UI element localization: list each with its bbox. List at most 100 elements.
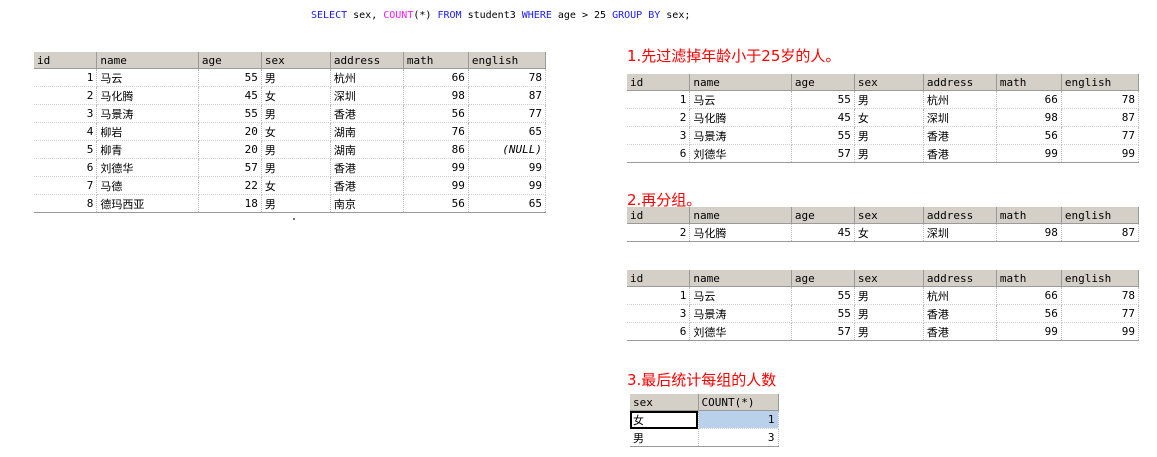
cell-math[interactable]: 56: [996, 304, 1062, 323]
cell-name[interactable]: 马景涛: [96, 104, 199, 123]
col-header-address[interactable]: address: [923, 270, 997, 287]
col-header-id[interactable]: id: [627, 207, 691, 224]
cell-english[interactable]: 87: [1061, 108, 1140, 127]
cell-id[interactable]: 3: [627, 304, 691, 323]
table-row[interactable]: 1 马云 55 男杭州 66 78: [627, 90, 1140, 109]
col-header-address[interactable]: address: [923, 207, 997, 224]
table-row[interactable]: 女 1: [630, 410, 779, 429]
cell-address[interactable]: 深圳: [330, 86, 404, 105]
cell-sex[interactable]: 男: [261, 104, 331, 123]
cell-english[interactable]: 77: [468, 104, 547, 123]
table-row[interactable]: 8 德玛西亚 18 男南京 56 65: [34, 194, 547, 213]
col-header-english[interactable]: english: [468, 52, 547, 69]
cell-english[interactable]: 87: [1061, 223, 1140, 242]
cell-name[interactable]: 马云: [689, 90, 792, 109]
table-row[interactable]: 6 刘德华 57 男香港 99 99: [34, 158, 547, 177]
cell-english[interactable]: 99: [468, 158, 547, 177]
col-header-sex[interactable]: sex: [854, 270, 924, 287]
cell-address[interactable]: 香港: [330, 176, 404, 195]
cell-math[interactable]: 56: [403, 104, 469, 123]
cell-english[interactable]: 99: [1061, 144, 1140, 163]
col-header-math[interactable]: math: [996, 207, 1062, 224]
table-row[interactable]: 6 刘德华 57 男香港 99 99: [627, 144, 1140, 163]
cell-math[interactable]: 98: [403, 86, 469, 105]
cell-sex[interactable]: 女: [854, 223, 924, 242]
cell-age[interactable]: 55: [791, 126, 855, 145]
cell-id[interactable]: 4: [34, 122, 98, 141]
cell-name[interactable]: 德玛西亚: [96, 194, 199, 213]
cell-sex[interactable]: 女: [854, 108, 924, 127]
cell-address[interactable]: 南京: [330, 194, 404, 213]
cell-sex[interactable]: 男: [261, 194, 331, 213]
cell-sex[interactable]: 女: [261, 122, 331, 141]
cell-math[interactable]: 99: [403, 176, 469, 195]
cell-address[interactable]: 香港: [330, 104, 404, 123]
cell-id[interactable]: 1: [34, 68, 98, 87]
cell-english[interactable]: 77: [1061, 304, 1140, 323]
cell-address[interactable]: 深圳: [923, 108, 997, 127]
table-row[interactable]: 2 马化腾 45 女深圳 98 87: [627, 223, 1140, 242]
cell-count[interactable]: 3: [698, 428, 779, 447]
cell-math[interactable]: 56: [996, 126, 1062, 145]
col-header-math[interactable]: math: [403, 52, 469, 69]
cell-age[interactable]: 45: [791, 108, 855, 127]
cell-age[interactable]: 45: [198, 86, 262, 105]
cell-name[interactable]: 刘德华: [689, 144, 792, 163]
col-header-age[interactable]: age: [198, 52, 262, 69]
cell-name[interactable]: 马化腾: [689, 223, 792, 242]
cell-age[interactable]: 45: [791, 223, 855, 242]
cell-address[interactable]: 香港: [330, 158, 404, 177]
cell-name[interactable]: 柳青: [96, 140, 199, 159]
col-header-sex[interactable]: sex: [854, 74, 924, 91]
cell-id[interactable]: 6: [627, 144, 691, 163]
cell-address[interactable]: 湖南: [330, 122, 404, 141]
col-header-id[interactable]: id: [627, 270, 691, 287]
cell-english[interactable]: 78: [468, 68, 547, 87]
cell-sex[interactable]: 男: [261, 140, 331, 159]
cell-age[interactable]: 55: [198, 104, 262, 123]
cell-address[interactable]: 香港: [923, 322, 997, 341]
cell-age[interactable]: 55: [791, 90, 855, 109]
cell-sex[interactable]: 男: [854, 322, 924, 341]
cell-name[interactable]: 刘德华: [689, 322, 792, 341]
cell-age[interactable]: 22: [198, 176, 262, 195]
cell-name[interactable]: 马景涛: [689, 126, 792, 145]
cell-age[interactable]: 57: [198, 158, 262, 177]
cell-age[interactable]: 20: [198, 140, 262, 159]
cell-name[interactable]: 马云: [689, 286, 792, 305]
cell-id[interactable]: 8: [34, 194, 98, 213]
cell-math[interactable]: 99: [996, 144, 1062, 163]
cell-name[interactable]: 柳岩: [96, 122, 199, 141]
cell-english[interactable]: 78: [1061, 90, 1140, 109]
col-header-age[interactable]: age: [791, 207, 855, 224]
cell-sex[interactable]: 男: [261, 158, 331, 177]
cell-sex[interactable]: 女: [630, 410, 699, 429]
cell-count[interactable]: 1: [698, 410, 779, 429]
cell-age[interactable]: 20: [198, 122, 262, 141]
col-header-address[interactable]: address: [923, 74, 997, 91]
cell-math[interactable]: 99: [403, 158, 469, 177]
col-header-age[interactable]: age: [791, 74, 855, 91]
cell-age[interactable]: 18: [198, 194, 262, 213]
cell-age[interactable]: 55: [198, 68, 262, 87]
cell-math[interactable]: 98: [996, 223, 1062, 242]
cell-address[interactable]: 杭州: [330, 68, 404, 87]
table-row[interactable]: 3 马景涛 55 男香港 56 77: [627, 126, 1140, 145]
table-row[interactable]: 1 马云 55 男杭州 66 78: [627, 286, 1140, 305]
cell-name[interactable]: 马云: [96, 68, 199, 87]
cell-name[interactable]: 马德: [96, 176, 199, 195]
cell-name[interactable]: 马景涛: [689, 304, 792, 323]
cell-id[interactable]: 5: [34, 140, 98, 159]
cell-english[interactable]: 78: [1061, 286, 1140, 305]
col-header-math[interactable]: math: [996, 270, 1062, 287]
cell-id[interactable]: 2: [627, 223, 691, 242]
cell-english[interactable]: 65: [468, 194, 547, 213]
col-header-id[interactable]: id: [627, 74, 691, 91]
col-header-address[interactable]: address: [330, 52, 404, 69]
cell-name[interactable]: 刘德华: [96, 158, 199, 177]
cell-id[interactable]: 6: [627, 322, 691, 341]
cell-name[interactable]: 马化腾: [689, 108, 792, 127]
col-header-name[interactable]: name: [689, 74, 792, 91]
cell-sex[interactable]: 男: [854, 304, 924, 323]
cell-math[interactable]: 76: [403, 122, 469, 141]
